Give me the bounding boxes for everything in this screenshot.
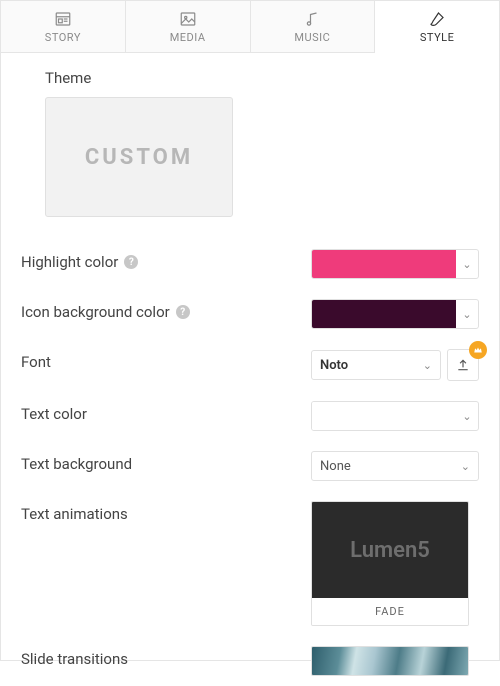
icon-bg-color-picker[interactable]: ⌄ [311,299,479,329]
tab-story-label: STORY [45,31,81,44]
tabs-bar: STORY MEDIA MUSIC STYLE [1,1,499,53]
newspaper-icon [53,10,73,28]
help-icon[interactable]: ? [176,305,190,319]
chevron-down-icon: ⌄ [456,250,478,278]
animation-caption: FADE [312,598,468,625]
text-color-label: Text color [21,401,301,423]
tab-music-label: MUSIC [294,31,330,44]
image-icon [178,10,198,28]
highlight-color-picker[interactable]: ⌄ [311,249,479,279]
chevron-down-icon: ⌄ [456,300,478,328]
chevron-down-icon: ⌄ [456,402,478,430]
icon-bg-color-label: Icon background color ? [21,299,301,321]
chevron-down-icon: ⌄ [461,460,470,473]
help-icon[interactable]: ? [124,255,138,269]
slide-transitions-label: Slide transitions [21,646,301,668]
brush-icon [427,10,447,28]
theme-card-custom[interactable]: CUSTOM [45,97,233,217]
music-note-icon [302,10,322,28]
premium-badge-icon [469,341,487,359]
text-background-label: Text background [21,451,301,473]
highlight-color-label: Highlight color ? [21,249,301,271]
tab-media[interactable]: MEDIA [126,1,251,52]
tab-media-label: MEDIA [170,31,206,44]
upload-font-button[interactable] [447,349,479,381]
style-panel: Theme CUSTOM Highlight color ? ⌄ Icon ba… [1,53,499,686]
tab-style-label: STYLE [420,31,454,44]
slide-transition-option[interactable] [311,646,469,676]
font-select-value: Noto [320,358,348,373]
text-animation-option[interactable]: Lumen5 FADE [311,501,469,626]
icon-bg-color-swatch [312,300,456,328]
text-animations-label: Text animations [21,501,301,523]
tab-music[interactable]: MUSIC [251,1,376,52]
upload-icon [456,358,470,372]
tab-style[interactable]: STYLE [375,1,499,53]
tab-story[interactable]: STORY [1,1,126,52]
theme-card-label: CUSTOM [85,145,193,170]
font-select[interactable]: Noto ⌄ [311,350,441,380]
chevron-down-icon: ⌄ [423,359,432,372]
text-color-swatch [312,402,456,430]
animation-preview: Lumen5 [312,502,468,598]
font-label: Font [21,349,301,371]
highlight-color-swatch [312,250,456,278]
text-color-picker[interactable]: ⌄ [311,401,479,431]
theme-heading: Theme [45,69,479,87]
text-background-value: None [320,459,351,474]
text-background-select[interactable]: None ⌄ [311,451,479,481]
